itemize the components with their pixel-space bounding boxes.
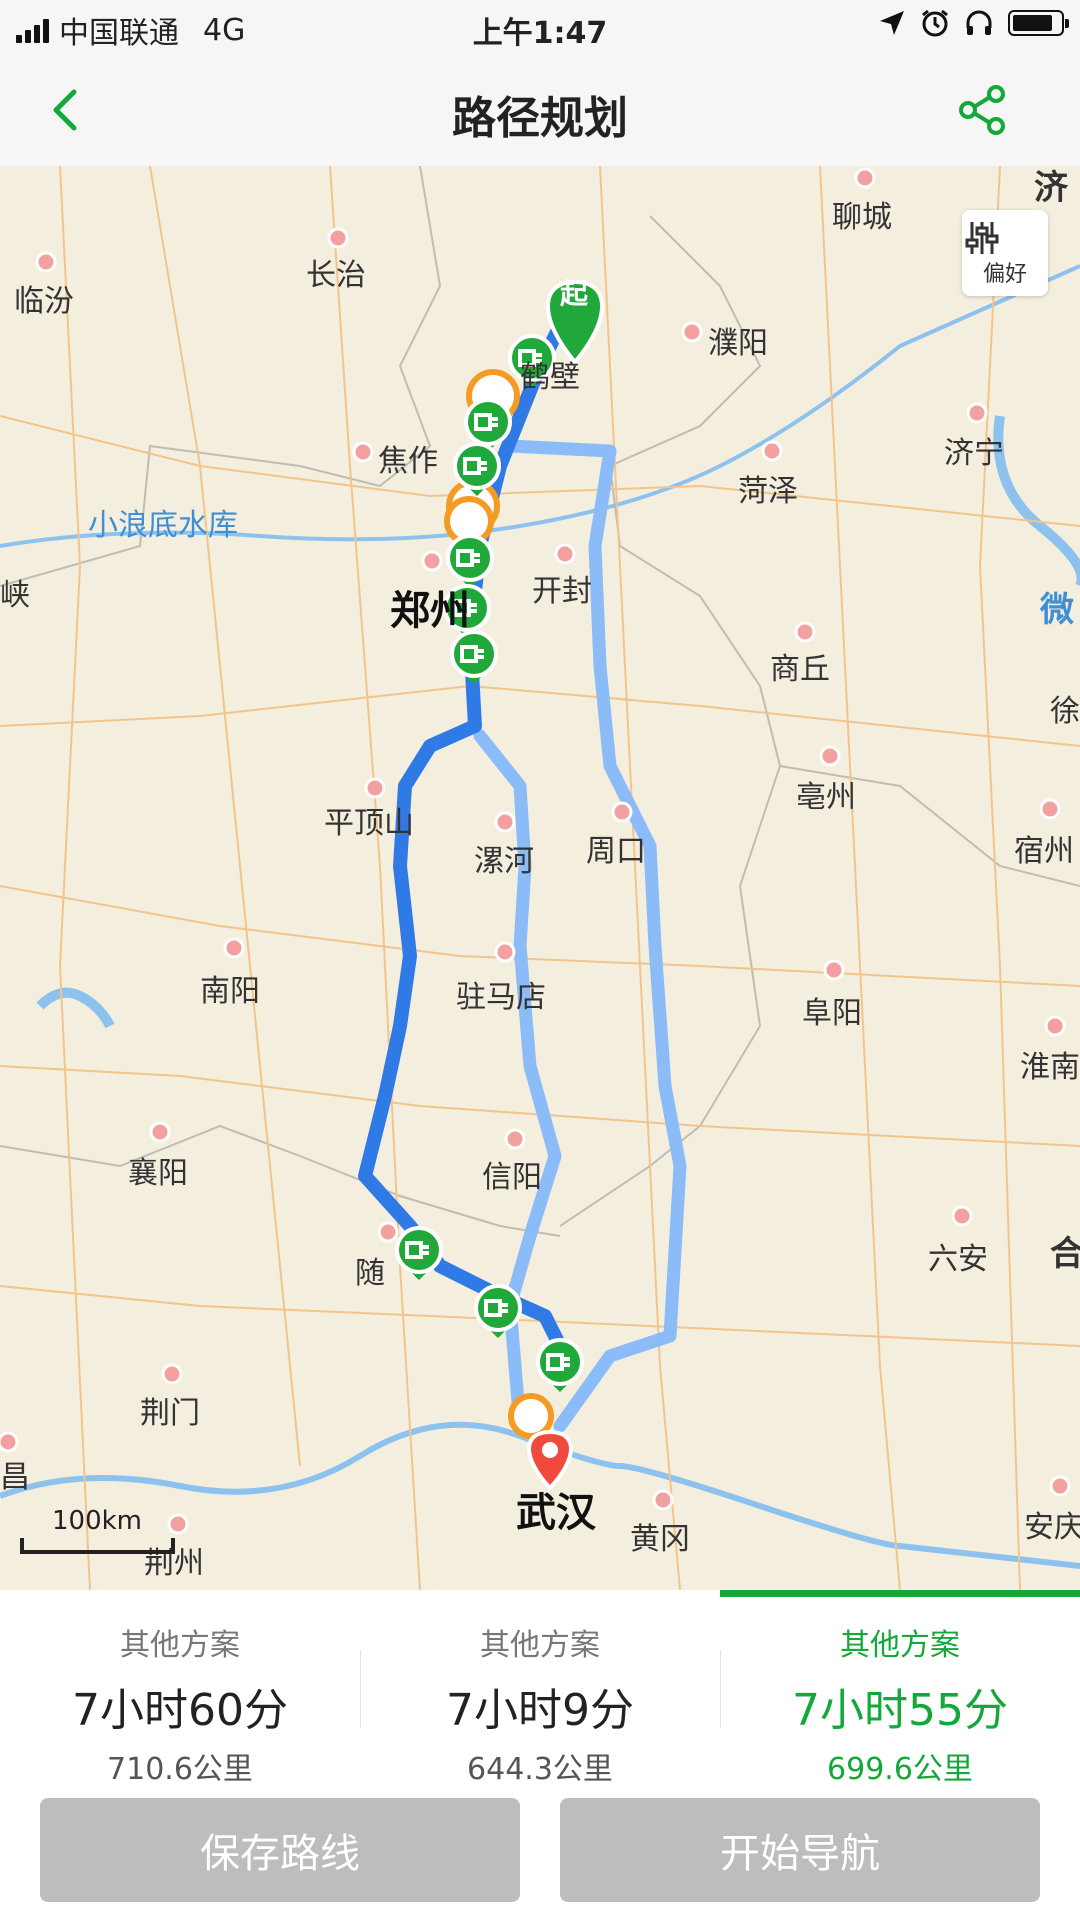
city-label: 驻马店 <box>456 980 546 1015</box>
alarm-icon <box>922 9 948 37</box>
route-option-time: 7小时60分 <box>72 1685 288 1736</box>
start-marker-label: 起 <box>560 277 589 310</box>
preference-button[interactable]: 偏好 <box>962 210 1048 296</box>
city-label: 南阳 <box>200 974 260 1009</box>
scale-bar <box>20 1538 175 1554</box>
battery-fill <box>1013 15 1053 31</box>
city-label: 济 <box>1034 168 1068 208</box>
headphones-icon <box>966 10 992 35</box>
map-scale: 100km <box>20 1506 175 1554</box>
city-label: 焦作 <box>378 444 438 479</box>
city-label: 郑州 <box>390 588 470 634</box>
city-label: 漯河 <box>474 844 534 879</box>
nav-bar: 路径规划 <box>0 54 1080 167</box>
action-bar: 保存路线 开始导航 <box>0 1790 1080 1920</box>
city-label: 临汾 <box>14 284 74 319</box>
city-label: 济宁 <box>944 436 1004 471</box>
sliders-icon <box>965 222 999 254</box>
route-option-distance: 699.6公里 <box>827 1752 973 1787</box>
city-label: 信阳 <box>482 1160 542 1195</box>
start-navigation-button[interactable]: 开始导航 <box>560 1798 1040 1902</box>
city-label: 亳州 <box>796 780 856 815</box>
share-icon[interactable] <box>952 80 1012 140</box>
route-option-time: 7小时55分 <box>792 1685 1008 1736</box>
route-option-label: 其他方案 <box>480 1628 600 1663</box>
location-arrow-icon <box>880 11 904 35</box>
city-label: 荆门 <box>140 1396 200 1431</box>
route-option-time: 7小时9分 <box>446 1685 634 1736</box>
save-route-button[interactable]: 保存路线 <box>40 1798 520 1902</box>
city-label: 平顶山 <box>324 806 414 841</box>
battery-icon <box>1008 10 1069 36</box>
route-option-2[interactable]: 其他方案 7小时9分 644.3公里 <box>360 1590 720 1790</box>
city-label: 开封 <box>532 574 592 609</box>
city-label: 鹤壁 <box>520 360 580 395</box>
status-bar: 中国联通 4G 上午1:47 <box>0 0 1080 54</box>
city-label: 宿州 <box>1014 834 1074 869</box>
city-label: 武汉 <box>516 1490 596 1536</box>
route-options: 其他方案 7小时60分 710.6公里 其他方案 7小时9分 644.3公里 其… <box>0 1590 1080 1790</box>
water-label: 小浪底水库 <box>88 508 238 543</box>
city-label: 菏泽 <box>738 474 798 509</box>
scale-label: 100km <box>52 1506 143 1536</box>
route-option-3[interactable]: 其他方案 7小时55分 699.6公里 <box>720 1590 1080 1790</box>
city-label: 淮南 <box>1020 1050 1080 1085</box>
city-label: 阜阳 <box>802 996 862 1031</box>
city-label: 昌 <box>0 1460 30 1495</box>
map-view[interactable]: 起 济 聊城 长治 临汾 濮阳 鹤壁 焦作 济宁 菏泽 小浪底水库 峡 郑州 开… <box>0 166 1080 1590</box>
city-label: 长治 <box>306 258 366 293</box>
city-label: 六安 <box>928 1242 988 1277</box>
city-label: 周口 <box>586 834 646 869</box>
page-title: 路径规划 <box>452 93 628 144</box>
city-label: 聊城 <box>832 200 892 235</box>
city-label: 合 <box>1050 1234 1080 1274</box>
preference-label: 偏好 <box>982 262 1027 287</box>
route-option-distance: 644.3公里 <box>467 1752 613 1787</box>
city-label: 徐 <box>1050 694 1080 729</box>
route-option-1[interactable]: 其他方案 7小时60分 710.6公里 <box>0 1590 360 1790</box>
route-option-distance: 710.6公里 <box>107 1752 253 1787</box>
route-option-label: 其他方案 <box>840 1628 960 1663</box>
city-label: 峡 <box>0 578 30 613</box>
city-label: 随 <box>355 1256 385 1291</box>
water-label: 微 <box>1040 590 1074 630</box>
city-label: 襄阳 <box>128 1156 188 1191</box>
city-label: 濮阳 <box>708 326 768 361</box>
city-label: 黄冈 <box>630 1522 690 1557</box>
city-label: 安庆 <box>1024 1510 1080 1545</box>
route-option-label: 其他方案 <box>120 1628 240 1663</box>
city-label: 商丘 <box>770 652 830 687</box>
